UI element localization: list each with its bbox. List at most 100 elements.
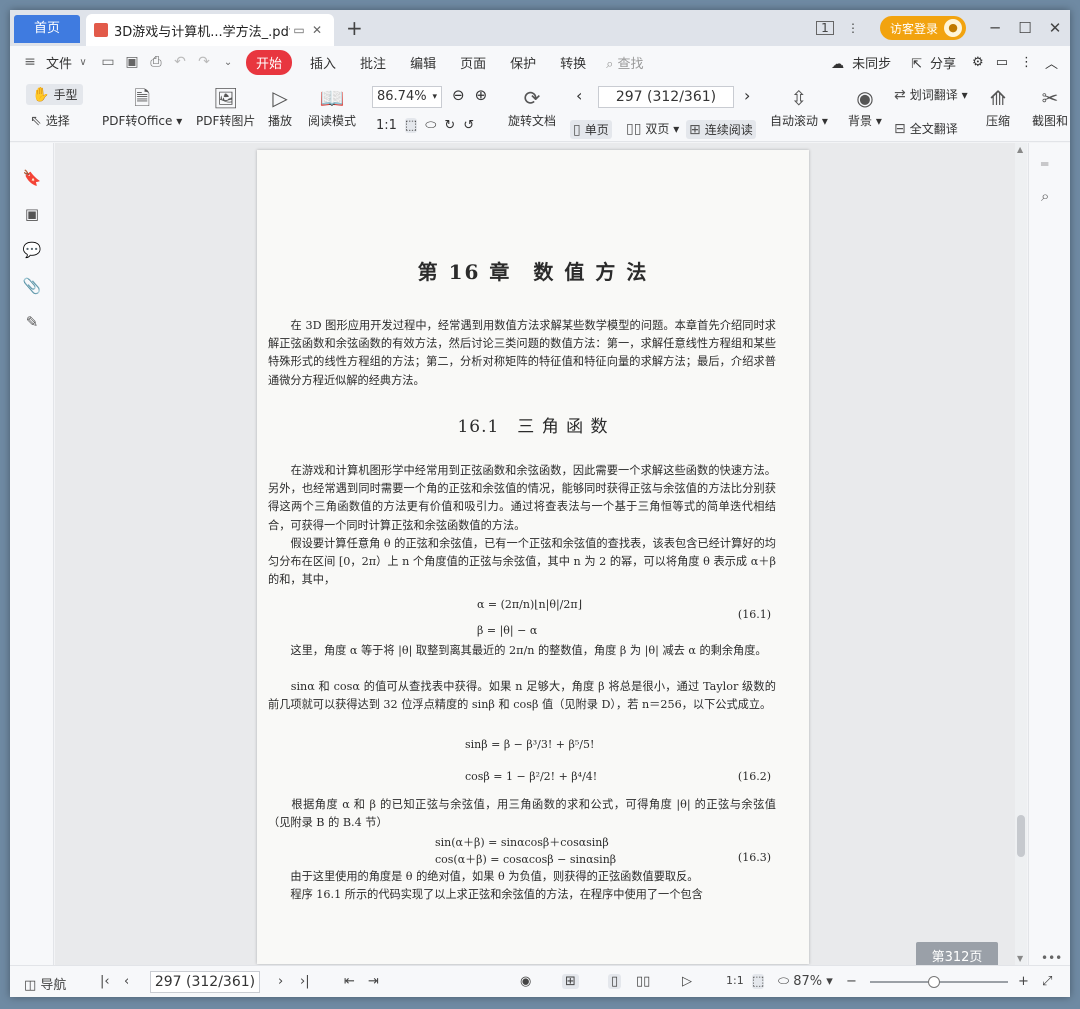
last-page-icon[interactable]: ›|: [300, 974, 310, 989]
vertical-scrollbar[interactable]: ▲ ▼: [1015, 143, 1027, 965]
pdf-to-office-button[interactable]: 🗎 PDF转Office ▾: [102, 84, 182, 129]
menu-start[interactable]: 开始: [246, 49, 293, 75]
back-icon[interactable]: ⇤: [344, 974, 355, 989]
rotate-document-button[interactable]: ⟳ 旋转文档: [508, 84, 556, 129]
zoom-select[interactable]: 86.74% ▾: [372, 86, 442, 108]
prev-page-status-icon[interactable]: ‹: [124, 974, 129, 989]
hamburger-menu-icon[interactable]: ≡: [18, 54, 42, 70]
more-options-icon[interactable]: •••: [1041, 951, 1062, 965]
rotate-left-icon[interactable]: ↺: [463, 118, 474, 133]
double-view-icon[interactable]: ▯▯: [636, 974, 650, 989]
collapse-ribbon-icon[interactable]: ︿: [1041, 53, 1062, 72]
attachment-icon[interactable]: 📎: [22, 277, 42, 297]
print-icon[interactable]: ⎙: [144, 54, 168, 70]
tab-close-icon[interactable]: ✕: [308, 23, 326, 37]
pdf-to-image-button[interactable]: 🖼 PDF转图片: [196, 84, 255, 129]
maximize-icon[interactable]: ☐: [1010, 19, 1040, 37]
zoom-in-icon[interactable]: ⊕: [475, 86, 488, 104]
bookmark-icon[interactable]: 🔖: [22, 169, 42, 189]
scrollbar-thumb[interactable]: [1017, 815, 1025, 857]
next-page-icon[interactable]: ›: [744, 86, 750, 105]
zoom-search-icon[interactable]: ⌕: [1041, 187, 1049, 205]
menu-protect[interactable]: 保护: [498, 53, 548, 72]
background-button[interactable]: ◉ 背景 ▾: [848, 84, 882, 129]
minimize-icon[interactable]: ─: [980, 19, 1010, 37]
play-icon: ▷: [272, 86, 288, 110]
next-page-status-icon[interactable]: ›: [278, 974, 283, 989]
actual-size-icon[interactable]: 1:1: [376, 118, 397, 133]
fit-width-icon[interactable]: ⬭: [425, 118, 436, 133]
signature-icon[interactable]: ✎: [22, 313, 42, 333]
word-translate-button[interactable]: ⇄ 划词翻译 ▾: [894, 86, 968, 103]
more-icon[interactable]: ⋮: [1016, 55, 1037, 70]
layout-icon[interactable]: ⋮: [838, 21, 868, 35]
chevron-down-icon[interactable]: ∨: [76, 57, 90, 68]
play-status-icon[interactable]: ▷: [682, 974, 692, 989]
double-page-button[interactable]: ▯▯ 双页 ▾: [626, 120, 679, 137]
first-page-icon[interactable]: |‹: [100, 974, 110, 989]
zoom-status-select[interactable]: ⬭ 87% ▾: [778, 974, 833, 989]
eye-protect-icon[interactable]: ◉: [520, 974, 531, 989]
menu-page[interactable]: 页面: [448, 53, 498, 72]
forward-icon[interactable]: ⇥: [368, 974, 379, 989]
close-icon[interactable]: ✕: [1040, 19, 1070, 37]
scroll-down-icon[interactable]: ▼: [1017, 954, 1023, 963]
compress-button[interactable]: ⟰ 压缩: [986, 84, 1010, 129]
fit-page-icon[interactable]: ⬚: [404, 118, 418, 133]
guest-login-button[interactable]: 访客登录 ●: [879, 16, 966, 40]
share-button[interactable]: ⇱ 分享: [903, 53, 964, 72]
menu-annotate[interactable]: 批注: [348, 53, 398, 72]
new-tab-button[interactable]: +: [346, 16, 363, 40]
document-viewport[interactable]: 第 16 章 数 值 方 法 在 3D 图形应用开发过程中，经常遇到用数值方法求…: [55, 143, 1015, 965]
comment-icon[interactable]: ▭: [992, 55, 1012, 70]
select-tool-button[interactable]: ⇖ 选择: [30, 112, 70, 129]
scroll-up-icon[interactable]: ▲: [1017, 145, 1023, 154]
fit-page-status-icon[interactable]: ⬚: [752, 974, 765, 989]
menu-convert[interactable]: 转换: [548, 53, 598, 72]
prev-page-icon[interactable]: ‹: [576, 86, 582, 105]
paragraph-1: 在游戏和计算机图形学中经常用到正弦函数和余弦函数，因此需要一个求解这些函数的快速…: [268, 464, 776, 532]
continuous-view-icon[interactable]: ⊞: [562, 974, 579, 989]
panel-handle-icon[interactable]: ═: [1041, 157, 1048, 171]
tab-home[interactable]: 首页: [14, 15, 80, 43]
zoom-out-icon[interactable]: ⊖: [452, 86, 465, 104]
play-button[interactable]: ▷ 播放: [268, 84, 292, 129]
hand-tool-button[interactable]: ✋ 手型: [26, 84, 84, 105]
screenshot-button[interactable]: ✂ 截图和: [1032, 84, 1068, 129]
navigation-button[interactable]: ◫ 导航: [24, 974, 66, 993]
menu-file[interactable]: 文件: [42, 53, 76, 72]
zoom-slider[interactable]: [870, 976, 1008, 988]
equation-16-1b: β = |θ| − α: [477, 624, 538, 637]
page-number-input[interactable]: 297 (312/361): [598, 86, 734, 108]
continuous-read-button[interactable]: ⊞ 连续阅读: [686, 120, 756, 139]
save-icon[interactable]: ▣: [120, 54, 144, 70]
single-page-button[interactable]: ▯ 单页: [570, 120, 612, 139]
menu-insert[interactable]: 插入: [298, 53, 348, 72]
tab-document[interactable]: 3D游戏与计算机...学方法_.pdf ▭ ✕: [86, 14, 334, 46]
undo-icon[interactable]: ↶: [168, 54, 192, 70]
paragraph-2: 假设要计算任意角 θ 的正弦和余弦值，已有一个正弦和余弦值的查找表，该表包含已经…: [268, 537, 780, 587]
single-view-icon[interactable]: ▯: [608, 974, 622, 989]
settings-icon[interactable]: ⚙: [968, 55, 988, 70]
fullscreen-icon[interactable]: ⤢: [1042, 974, 1052, 989]
sidebar-toggle-icon[interactable]: 1: [815, 21, 834, 35]
auto-scroll-button[interactable]: ⇳ 自动滚动 ▾: [770, 84, 828, 129]
redo-icon[interactable]: ↷: [192, 54, 216, 70]
zoom-in-status-icon[interactable]: +: [1018, 974, 1029, 989]
search-label: 查找: [617, 56, 644, 72]
menu-edit[interactable]: 编辑: [398, 53, 448, 72]
more-dropdown-icon[interactable]: ⌄: [216, 57, 240, 68]
tab-float-icon[interactable]: ▭: [290, 23, 308, 37]
rotate-right-icon[interactable]: ↻: [444, 118, 455, 133]
zoom-slider-knob[interactable]: [928, 976, 940, 988]
annotation-icon[interactable]: 💬: [22, 241, 42, 261]
zoom-out-status-icon[interactable]: −: [846, 974, 857, 989]
full-translate-button[interactable]: ⊟ 全文翻译: [894, 120, 958, 137]
status-page-input[interactable]: 297 (312/361): [150, 971, 260, 993]
thumbnail-icon[interactable]: ▣: [22, 205, 42, 225]
cloud-sync-button[interactable]: ☁ 未同步: [823, 53, 899, 72]
actual-size-status-icon[interactable]: 1:1: [726, 974, 744, 987]
search-box[interactable]: ⌕ 查找: [606, 53, 643, 72]
read-mode-button[interactable]: 📖 阅读模式: [308, 84, 356, 129]
open-folder-icon[interactable]: ▭: [96, 54, 120, 70]
